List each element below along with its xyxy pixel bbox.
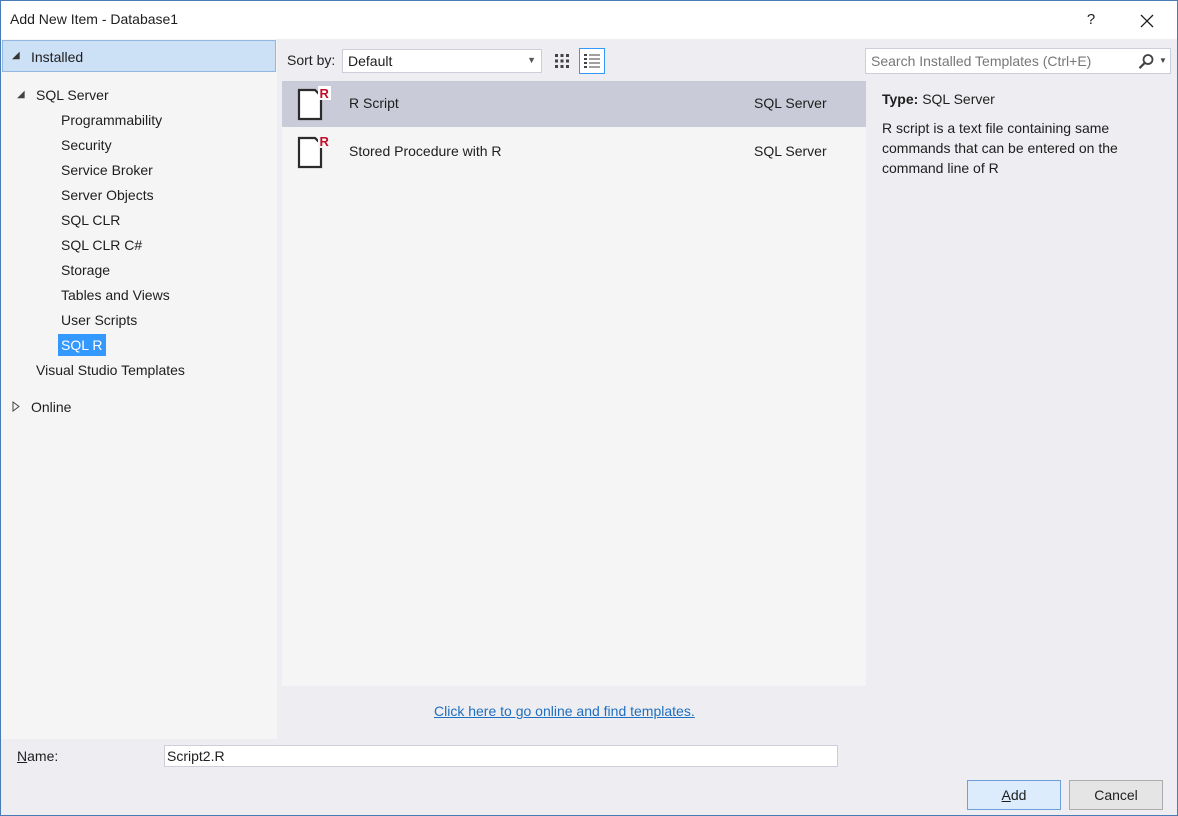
tree-item-user-scripts[interactable]: User Scripts xyxy=(61,309,137,331)
tree-item-label: Online xyxy=(31,399,72,415)
template-name: Stored Procedure with R xyxy=(349,143,502,159)
template-list: R R Script SQL Server R Stored Procedure… xyxy=(282,81,866,686)
type-value: SQL Server xyxy=(922,91,995,107)
sort-by-value: Default xyxy=(348,53,393,69)
tree-item-label: Programmability xyxy=(61,112,163,128)
tree-item-programmability[interactable]: Programmability xyxy=(61,109,162,131)
svg-text:R: R xyxy=(320,86,330,101)
close-button[interactable] xyxy=(1133,7,1161,33)
collapsed-triangle-icon[interactable] xyxy=(12,401,20,415)
small-icons-view-button[interactable] xyxy=(549,48,575,74)
search-input[interactable] xyxy=(871,52,1131,70)
close-icon xyxy=(1140,14,1154,28)
name-label: Name: xyxy=(17,748,58,764)
installed-label: Installed xyxy=(31,49,84,65)
tree-item-server-objects[interactable]: Server Objects xyxy=(61,184,154,206)
cancel-button[interactable]: Cancel xyxy=(1069,780,1163,810)
add-button[interactable]: Add xyxy=(967,780,1061,810)
tree-item-label: User Scripts xyxy=(61,312,138,328)
tree-item-label: SQL CLR C# xyxy=(61,237,143,253)
tree-item-visual-studio-templates[interactable]: Visual Studio Templates xyxy=(36,359,185,381)
search-icon[interactable] xyxy=(1138,53,1155,73)
small-icons-view-icon xyxy=(555,54,569,68)
r-file-icon: R xyxy=(296,134,332,173)
type-line: Type: SQL Server xyxy=(882,91,1167,107)
add-new-item-dialog: Add New Item - Database1 ? ◢ Installed ◢… xyxy=(0,0,1178,816)
chevron-down-icon: ▼ xyxy=(527,55,536,65)
description-text: R script is a text file containing same … xyxy=(882,120,1118,176)
name-field[interactable] xyxy=(164,745,838,767)
template-category: SQL Server xyxy=(754,95,827,111)
tree-item-label: Server Objects xyxy=(61,187,154,203)
tree-item-label: Tables and Views xyxy=(61,287,170,303)
tree-item-installed[interactable]: ◢ Installed xyxy=(2,40,276,72)
add-label: dd xyxy=(1010,787,1027,803)
list-view-icon xyxy=(584,54,600,68)
search-templates-box[interactable]: ▼ xyxy=(865,48,1171,74)
sort-by-label: Sort by: xyxy=(287,52,336,68)
tree-item-service-broker[interactable]: Service Broker xyxy=(61,159,153,181)
help-button[interactable]: ? xyxy=(1079,7,1103,33)
template-name: R Script xyxy=(349,95,399,111)
expanded-triangle-icon[interactable]: ◢ xyxy=(12,50,20,61)
name-label-mnemonic: N xyxy=(17,748,28,764)
template-category: SQL Server xyxy=(754,143,827,159)
tree-item-sql-server[interactable]: SQL Server xyxy=(36,84,109,106)
tree-item-label: Storage xyxy=(61,262,111,278)
template-item-r-script[interactable]: R R Script SQL Server xyxy=(282,81,866,127)
title-bar: Add New Item - Database1 ? xyxy=(1,1,1177,39)
sort-by-dropdown[interactable]: Default ▼ xyxy=(342,49,542,73)
tree-item-tables-and-views[interactable]: Tables and Views xyxy=(61,284,170,306)
tree-item-sql-r[interactable]: SQL R xyxy=(58,334,106,356)
expanded-triangle-icon[interactable]: ◢ xyxy=(17,89,25,100)
svg-text:R: R xyxy=(320,134,330,149)
type-label: Type: xyxy=(882,91,919,107)
tree-item-sql-clr-csharp[interactable]: SQL CLR C# xyxy=(61,234,142,256)
online-templates-link[interactable]: Click here to go online and find templat… xyxy=(434,703,695,719)
tree-item-storage[interactable]: Storage xyxy=(61,259,110,281)
tree-item-online[interactable]: Online xyxy=(31,396,71,418)
tree-item-sql-clr[interactable]: SQL CLR xyxy=(61,209,120,231)
tree-item-label: Service Broker xyxy=(61,162,153,178)
r-file-icon: R xyxy=(296,86,332,125)
add-mnemonic: A xyxy=(1001,787,1011,803)
template-tree-pane: ◢ Installed ◢ SQL Server Programmability… xyxy=(1,39,277,739)
tree-item-label: SQL CLR xyxy=(61,212,121,228)
name-label-text: ame: xyxy=(27,748,59,764)
list-view-button[interactable] xyxy=(579,48,605,74)
template-description: Type: SQL Server R script is a text file… xyxy=(882,91,1167,178)
template-item-stored-procedure-with-r[interactable]: R Stored Procedure with R SQL Server xyxy=(282,129,866,175)
tree-item-label: SQL R xyxy=(61,337,103,353)
tree-item-label: Security xyxy=(61,137,112,153)
dialog-title: Add New Item - Database1 xyxy=(10,11,179,27)
chevron-down-icon[interactable]: ▼ xyxy=(1159,56,1167,65)
tree-item-security[interactable]: Security xyxy=(61,134,112,156)
tree-item-label: Visual Studio Templates xyxy=(36,362,185,378)
tree-item-label: SQL Server xyxy=(36,87,109,103)
